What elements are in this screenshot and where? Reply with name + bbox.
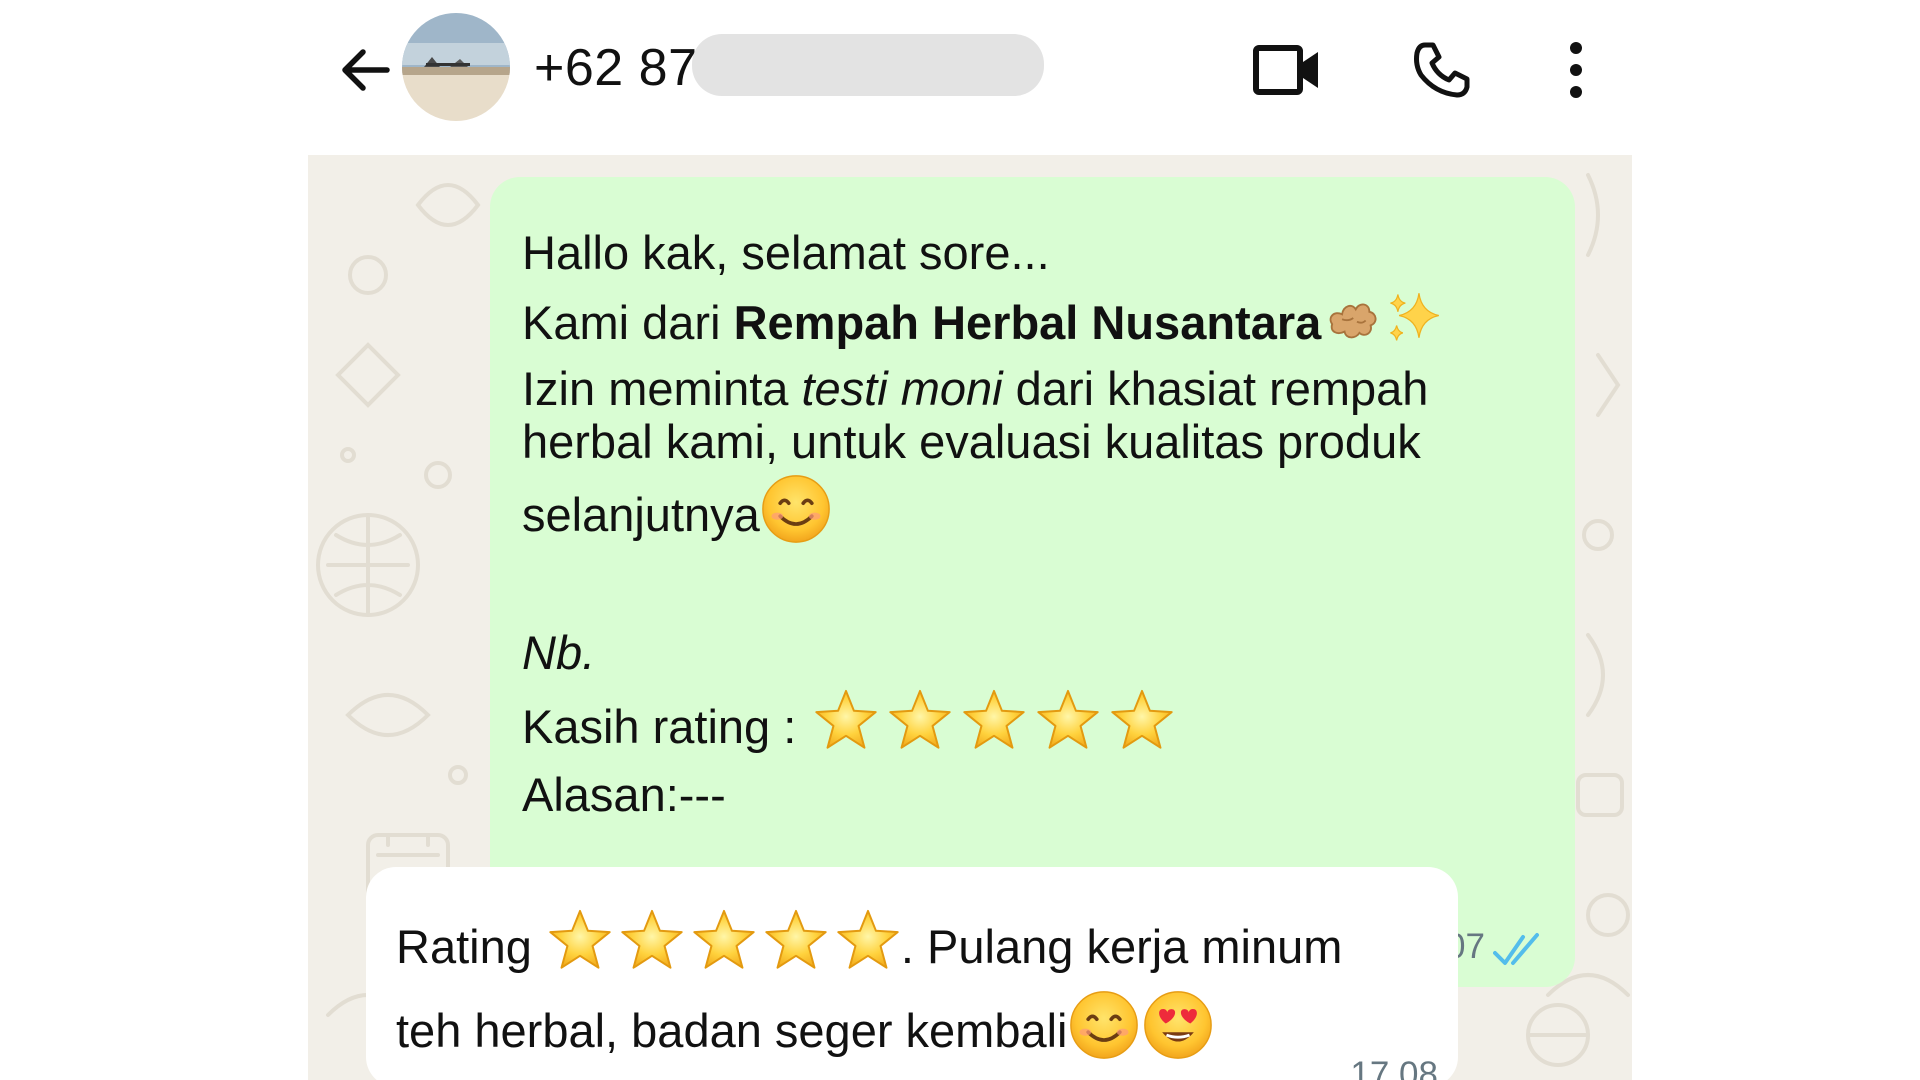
testimoni-italic-text: testi moni xyxy=(801,362,1003,415)
testimonial-text-line2: teh herbal, badan seger kembali xyxy=(396,1004,1068,1057)
star-icon xyxy=(763,907,829,973)
star-icon xyxy=(691,907,757,973)
star-icon xyxy=(887,687,953,753)
star-icon xyxy=(813,687,879,753)
star-icon xyxy=(1035,687,1101,753)
nb-text: Nb. xyxy=(522,626,596,679)
ginger-emoji-icon xyxy=(1321,287,1383,349)
phone-icon xyxy=(1414,42,1470,98)
rating-stars xyxy=(813,700,1175,753)
greeting-text: Hallo kak, selamat sore... xyxy=(522,226,1050,279)
brand-name-text: Rempah Herbal Nusantara xyxy=(733,296,1322,349)
rating-stars xyxy=(547,920,901,973)
more-options-button[interactable] xyxy=(1540,34,1612,106)
incoming-message-bubble[interactable]: Rating . Pulang kerja minum teh herbal, … xyxy=(366,867,1458,1080)
message-timestamp: 17.08 xyxy=(1350,1055,1438,1080)
message-line: teh herbal, badan seger kembali xyxy=(396,989,1432,1073)
rating-label: Kasih rating : xyxy=(522,700,810,753)
arrow-left-icon xyxy=(342,49,390,91)
double-check-read-icon xyxy=(1493,933,1539,965)
star-icon xyxy=(1109,687,1175,753)
message-line: selanjutnya xyxy=(522,473,1549,551)
star-icon xyxy=(619,907,685,973)
avatar[interactable] xyxy=(402,13,510,121)
evaluation-text: herbal kami, untuk evaluasi kualitas pro… xyxy=(522,415,1421,468)
message-line: Nb. xyxy=(522,617,1549,689)
chat-header: +62 87 xyxy=(0,0,1920,140)
testimonial-text: . Pulang kerja minum xyxy=(900,920,1343,973)
message-line: Kasih rating : xyxy=(522,687,1549,763)
redacted-phone-number xyxy=(692,34,1044,96)
request-text-suffix: dari khasiat rempah xyxy=(1002,362,1429,415)
smiling-face-emoji-icon xyxy=(760,473,832,545)
sparkles-emoji-icon xyxy=(1383,287,1445,349)
message-line: herbal kami, untuk evaluasi kualitas pro… xyxy=(522,413,1549,471)
video-camera-icon xyxy=(1253,45,1318,95)
contact-name[interactable]: +62 87 xyxy=(534,34,698,102)
voice-call-button[interactable] xyxy=(1406,34,1478,106)
star-icon xyxy=(835,907,901,973)
star-icon xyxy=(547,907,613,973)
smiling-face-emoji-icon xyxy=(1068,989,1140,1061)
video-call-button[interactable] xyxy=(1252,34,1324,106)
reason-text: Alasan:--- xyxy=(522,768,726,821)
message-line: Alasan:--- xyxy=(522,759,1549,831)
rating-label: Rating xyxy=(396,920,545,973)
heart-eyes-emoji-icon xyxy=(1142,989,1214,1061)
request-text: Izin meminta xyxy=(522,362,802,415)
more-vertical-icon xyxy=(1570,42,1582,98)
outgoing-message-bubble[interactable]: Hallo kak, selamat sore... Kami dari Rem… xyxy=(490,177,1575,987)
chat-area[interactable]: Hallo kak, selamat sore... Kami dari Rem… xyxy=(308,155,1632,1080)
message-line: Kami dari Rempah Herbal Nusantara xyxy=(522,287,1549,359)
intro-text: Kami dari xyxy=(522,296,734,349)
back-button[interactable] xyxy=(330,35,400,105)
message-line: Rating . Pulang kerja minum xyxy=(396,905,1432,989)
message-line: Hallo kak, selamat sore... xyxy=(522,217,1549,289)
closing-text: selanjutnya xyxy=(522,488,760,541)
avatar-photo xyxy=(402,13,510,121)
star-icon xyxy=(961,687,1027,753)
